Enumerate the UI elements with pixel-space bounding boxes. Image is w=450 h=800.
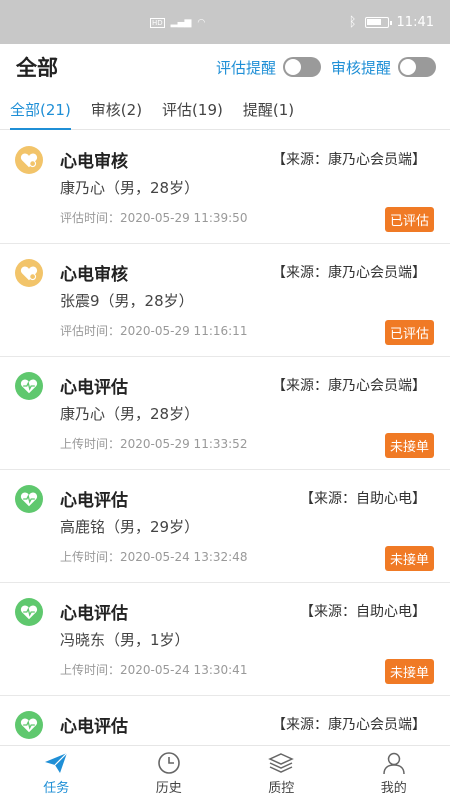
status-badge: 未接单 [384,433,434,458]
card-title: 心电评估 [60,378,128,398]
signal-indicators: HD ▂▄▆ ◠ [150,18,205,28]
card-source: 【来源：康乃心会员端】 [272,265,426,281]
nav-label: 我的 [380,780,407,796]
eval-reminder-switch[interactable] [282,57,321,77]
status-bar: HD ▂▄▆ ◠ ᛒ 11:41 [0,0,450,44]
nav-label: 质控 [268,780,295,796]
reminder-toggles: 评估提醒 审核提醒 [216,57,436,78]
audit-reminder-label: 审核提醒 [330,58,391,77]
signal-icon: ▂▄▆ [170,18,192,28]
task-card[interactable]: 心电评估 【来源：自助心电】 高鹿铭（男，29岁） 上传时间：2020-05-2… [0,470,450,583]
clock-icon [157,751,180,774]
nav-history[interactable]: 历史 [113,746,226,800]
card-source: 【来源：康乃心会员端】 [272,717,426,733]
card-title: 心电审核 [60,265,128,285]
heart-pulse-icon [15,711,43,739]
bluetooth-icon: ᛒ [348,14,357,30]
nav-quality-control[interactable]: 质控 [225,746,338,800]
card-source: 【来源：康乃心会员端】 [272,378,426,394]
heart-audit-icon [15,259,43,287]
status-badge: 已评估 [384,207,434,232]
user-icon [383,752,405,774]
tab-all[interactable]: 全部(21) [10,90,71,130]
bottom-navigation: 任务 历史 质控 我的 [0,745,450,800]
card-patient: 康乃心（男，28岁） [60,179,200,197]
card-patient: 张震9（男，28岁） [60,292,194,310]
tab-reminder[interactable]: 提醒(1) [243,90,294,130]
tab-audit[interactable]: 审核(2) [91,90,142,130]
nav-mine[interactable]: 我的 [338,746,450,800]
switch-knob [400,59,416,75]
task-card[interactable]: 心电审核 【来源：康乃心会员端】 康乃心（男，28岁） 评估时间：2020-05… [0,131,450,244]
card-title: 心电评估 [60,604,128,624]
nav-label: 历史 [155,780,182,796]
task-card[interactable]: 心电评估 【来源：自助心电】 冯晓东（男，1岁） 上传时间：2020-05-24… [0,583,450,696]
card-patient: 高鹿铭（男，29岁） [60,518,200,536]
hd-icon: HD [150,18,165,28]
heart-pulse-icon [15,372,43,400]
status-badge: 未接单 [384,659,434,684]
clock-time: 11:41 [396,14,434,30]
card-title: 心电审核 [60,152,128,172]
task-card[interactable]: 心电评估 【来源：康乃心会员端】 [0,696,450,745]
eval-reminder-label: 评估提醒 [215,58,276,77]
card-time: 评估时间：2020-05-29 11:16:11 [60,324,248,338]
wifi-icon: ◠ [197,18,206,28]
eval-reminder-toggle-group: 评估提醒 [216,57,321,78]
status-badge: 未接单 [384,546,434,571]
page-title: 全部 [16,56,58,80]
task-card[interactable]: 心电审核 【来源：康乃心会员端】 张震9（男，28岁） 评估时间：2020-05… [0,244,450,357]
status-badge: 已评估 [384,320,434,345]
card-source: 【来源：自助心电】 [300,604,426,620]
card-patient: 康乃心（男，28岁） [60,405,200,423]
nav-tasks[interactable]: 任务 [0,746,113,800]
app-header: 全部 评估提醒 审核提醒 [0,44,450,90]
paper-plane-icon [45,752,68,773]
card-patient: 冯晓东（男，1岁） [60,631,190,649]
heart-audit-icon [15,146,43,174]
task-list: 心电审核 【来源：康乃心会员端】 康乃心（男，28岁） 评估时间：2020-05… [0,131,450,745]
card-time: 上传时间：2020-05-29 11:33:52 [60,437,248,451]
battery-icon [364,16,392,28]
nav-label: 任务 [43,780,70,796]
audit-reminder-toggle-group: 审核提醒 [331,57,436,78]
layers-icon [268,752,295,773]
filter-tabs: 全部(21) 审核(2) 评估(19) 提醒(1) [0,90,450,130]
card-source: 【来源：康乃心会员端】 [272,152,426,168]
card-time: 评估时间：2020-05-29 11:39:50 [60,211,248,225]
card-time: 上传时间：2020-05-24 13:30:41 [60,663,248,677]
card-source: 【来源：自助心电】 [300,491,426,507]
tab-eval[interactable]: 评估(19) [162,90,223,130]
card-title: 心电评估 [60,491,128,511]
card-title: 心电评估 [60,717,128,737]
heart-pulse-icon [15,598,43,626]
card-time: 上传时间：2020-05-24 13:32:48 [60,550,248,564]
audit-reminder-switch[interactable] [398,57,436,77]
heart-pulse-icon [15,485,43,513]
switch-knob [284,59,301,75]
task-card[interactable]: 心电评估 【来源：康乃心会员端】 康乃心（男，28岁） 上传时间：2020-05… [0,357,450,470]
